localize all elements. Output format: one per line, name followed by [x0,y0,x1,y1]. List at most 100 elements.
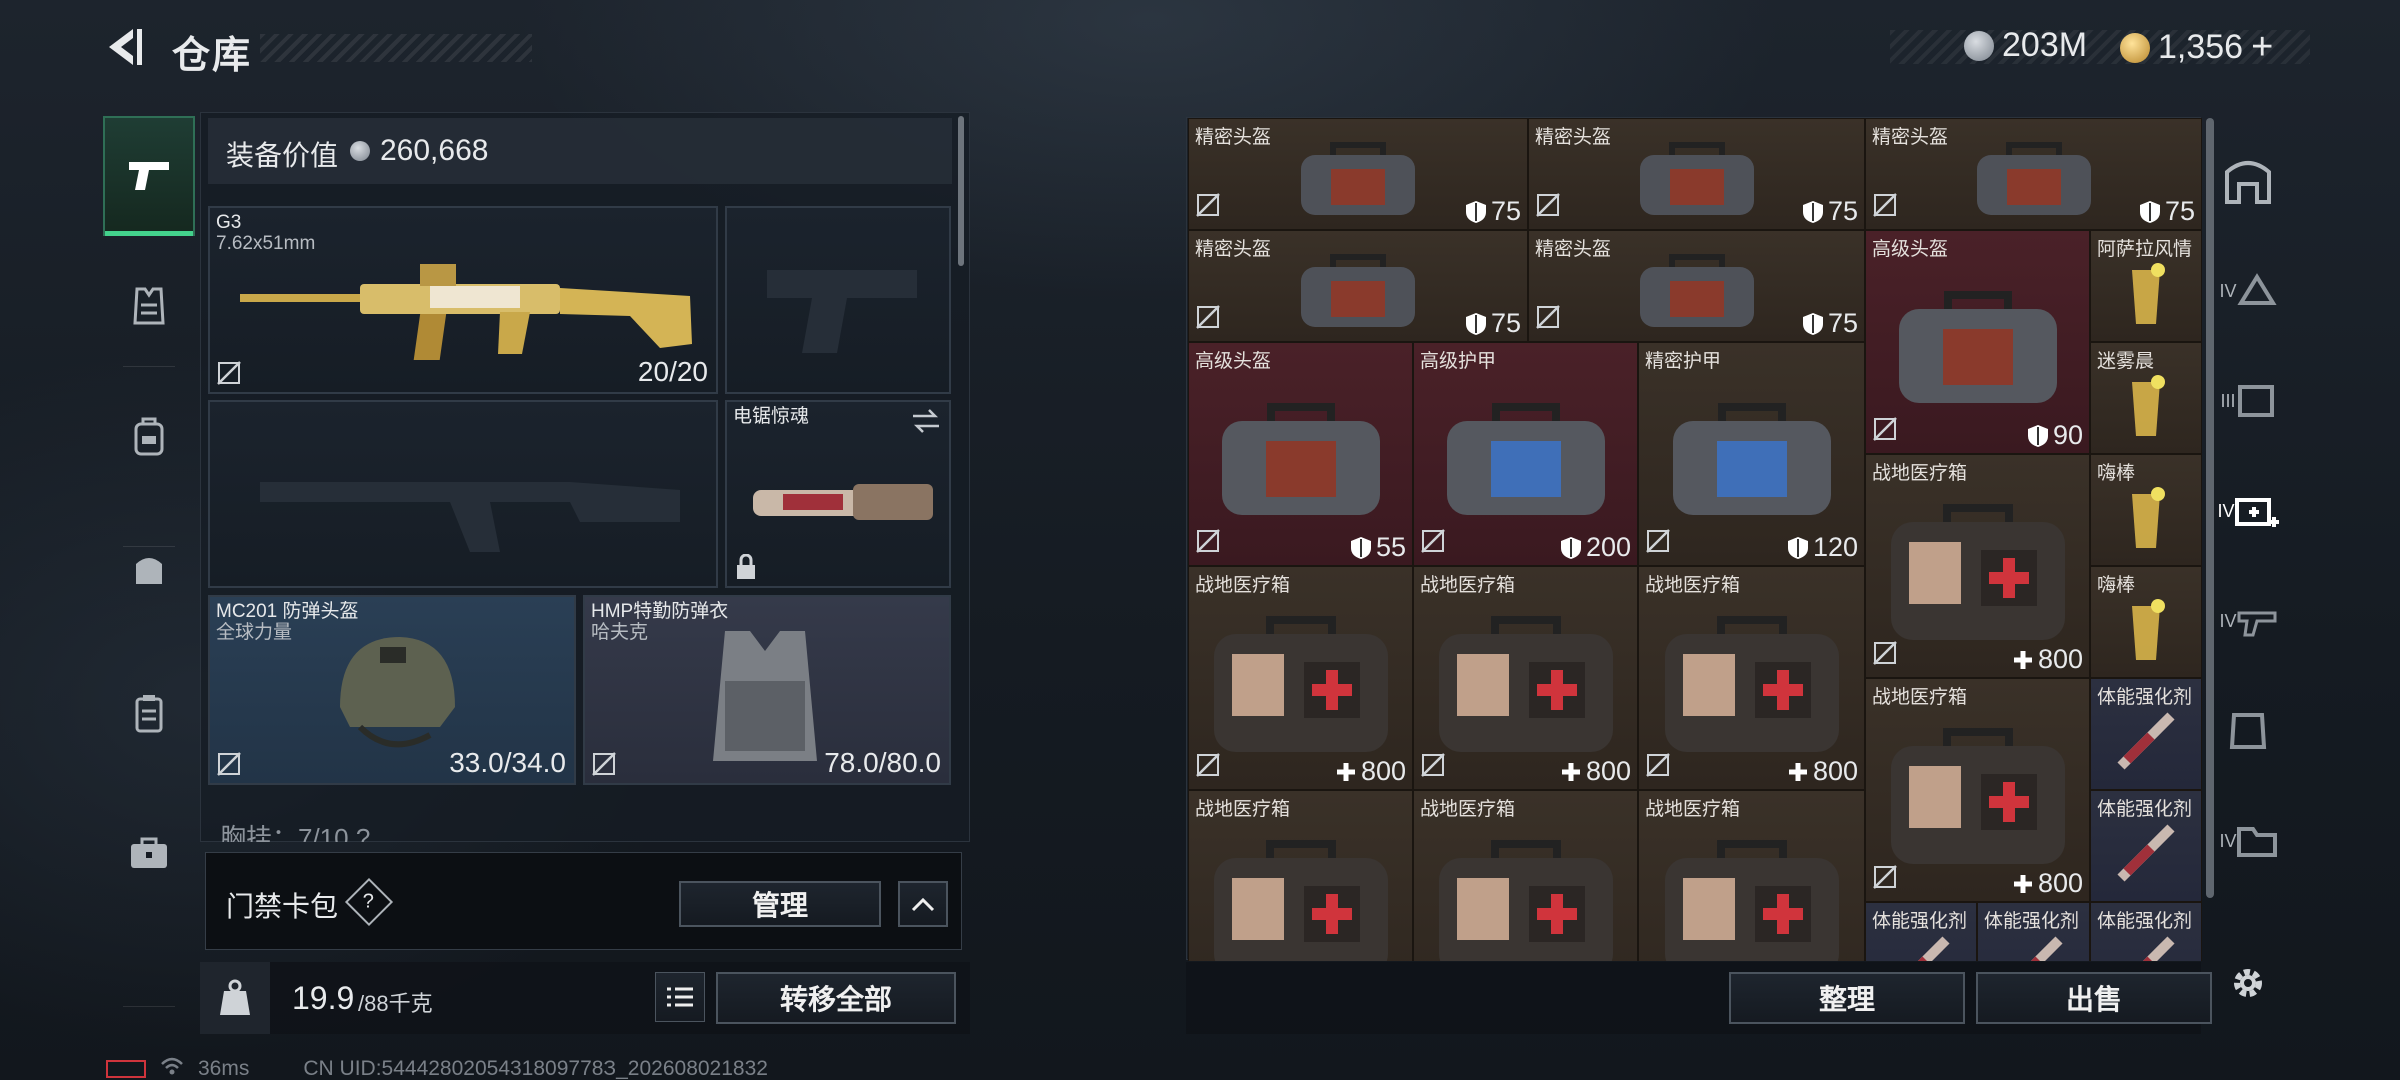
stash-gun-icon [2237,611,2276,637]
nav-weapons[interactable] [103,116,195,236]
loadout-scrollbar[interactable] [958,116,964,266]
uninsured-icon [1872,416,1898,447]
stash-item-cell[interactable]: 战地医疗箱 800 [1865,454,2090,678]
weight-bar: 19.9 /88千克 转移全部 [200,962,970,1034]
stash-item-cell[interactable]: 精密头盔 75 [1188,230,1528,342]
stash-page-3[interactable]: III [2200,346,2296,456]
stash-item-cell[interactable]: 战地医疗箱 800 [1865,678,2090,902]
armor-slot[interactable]: HMP特勤防弹衣 哈夫克 78.0/80.0 [583,595,951,785]
title-decoration [260,34,532,62]
item-name: 精密护甲 [1645,351,1722,372]
item-stat: 75 [1802,196,1858,227]
list-view-button[interactable] [655,972,705,1022]
equipment-value-bar: 装备价值 260,668 [208,118,952,184]
chainsaw-image [753,484,933,520]
heal-plus-icon [2013,650,2032,669]
stash-item-cell[interactable]: 精密护甲 120 [1638,342,1865,566]
item-stat-value: 90 [2052,420,2083,450]
nav-case[interactable] [103,793,195,913]
stash-item-cell[interactable]: 战地医疗箱 [1638,790,1865,961]
nav-armor[interactable] [103,246,195,366]
transfer-all-button[interactable]: 转移全部 [716,972,956,1024]
item-stat-value: 200 [1585,532,1631,562]
item-stat: 800 [2012,868,2083,899]
stash-page-4d[interactable]: IV [2200,786,2296,896]
stash-item-cell[interactable]: 高级头盔 55 [1188,342,1413,566]
stash-item-cell[interactable]: 嗨棒 [2090,454,2202,566]
list-icon [667,987,693,1007]
heal-plus-icon [2013,874,2032,893]
back-button[interactable] [98,22,148,72]
uninsured-icon [217,361,241,385]
sort-button[interactable]: 整理 [1729,972,1965,1024]
melee-slot[interactable]: 电锯惊魂 [725,400,951,588]
chest-rig-help-icon: ? [355,823,371,842]
hafcoin-icon [350,141,370,161]
help-icon[interactable]: ? [344,877,394,927]
stash-item-cell[interactable]: 精密头盔 75 [1528,118,1865,230]
expand-button[interactable] [898,881,948,927]
stash-item-cell[interactable]: 精密头盔 75 [1188,118,1528,230]
nav-container[interactable] [103,653,195,773]
stash-item-cell[interactable]: 精密头盔 75 [1865,118,2202,230]
equipment-value: 260,668 [380,134,489,167]
stash-item-cell[interactable]: 体能强化剂 [2090,678,2202,790]
helmet-image [340,637,455,748]
swap-icon[interactable] [911,408,941,434]
keycard-wallet-label: 门禁卡包 [226,891,339,922]
stash-item-cell[interactable]: 战地医疗箱 [1188,790,1413,961]
uninsured-icon [1195,304,1221,335]
melee-name: 电锯惊魂 [733,406,810,427]
primary-weapon-slot[interactable]: G3 7.62x51mm 20/20 [208,206,718,394]
item-stat-value: 55 [1375,532,1406,562]
keycard-wallet-bar: 门禁卡包 ? 管理 [205,852,962,950]
chest-rig-label: 胸挂：7/10 [220,823,349,842]
stash-item-cell[interactable]: 嗨棒 [2090,566,2202,678]
nav-backpack[interactable] [103,376,195,496]
stash-page-4a[interactable]: IV [2200,236,2296,346]
premium-coin-icon [2120,32,2150,63]
currency-premium[interactable]: 1,356 + [2120,26,2273,69]
secondary-weapon-slot-empty[interactable] [208,400,718,588]
pistol-slot-empty[interactable] [725,206,951,394]
stash-item-cell[interactable]: 体能强化剂 [1977,902,2090,961]
stash-page-4c[interactable] [2200,676,2296,786]
nav-bag[interactable] [103,508,195,628]
sell-button[interactable]: 出售 [1976,972,2212,1024]
stash-page-4-medical[interactable]: IV [2200,456,2296,566]
settings-button[interactable] [2200,928,2296,1038]
stash-item-cell[interactable]: 迷雾晨 [2090,342,2202,454]
item-stat: 800 [1560,756,1631,787]
item-name: 精密头盔 [1872,127,1949,148]
manage-button[interactable]: 管理 [679,881,881,927]
item-stat: 200 [1560,532,1631,563]
topup-plus-icon[interactable]: + [2251,26,2273,69]
stash-item-cell[interactable]: 体能强化剂 [1865,902,1977,961]
stash-item-cell[interactable]: 精密头盔 75 [1528,230,1865,342]
stash-footer: 整理 出售 [1186,962,2212,1034]
chest-rig-row[interactable]: 胸挂：7/10 ? [208,804,952,842]
back-arrow-icon [109,29,142,65]
stash-item-cell[interactable]: 战地医疗箱 [1413,790,1638,961]
ping-text: 36ms [198,1057,250,1080]
stash-item-cell[interactable]: 体能强化剂 [2090,790,2202,902]
shield-icon [2027,424,2048,447]
shield-icon [1560,536,1581,559]
stash-item-cell[interactable]: 体能强化剂 [2090,902,2202,961]
stash-item-cell[interactable]: 高级头盔 90 [1865,230,2090,454]
stash-item-cell[interactable]: 战地医疗箱 800 [1638,566,1865,790]
armor-name: HMP特勤防弹衣 [591,601,729,622]
uninsured-icon [1195,752,1221,783]
item-name: 精密头盔 [1195,239,1272,260]
stash-item-cell[interactable]: 战地医疗箱 800 [1188,566,1413,790]
helmet-slot[interactable]: MC201 防弹头盔 全球力量 33.0/34.0 [208,595,576,785]
currency-hafcoin: 203M [1964,26,2087,65]
stash-box-icon [2237,385,2274,417]
stash-page-main[interactable] [2200,126,2296,236]
stash-item-cell[interactable]: 高级护甲 200 [1413,342,1638,566]
stash-page-4b[interactable]: IV [2200,566,2296,676]
uninsured-icon [1645,528,1671,559]
stash-item-cell[interactable]: 阿萨拉风情 [2090,230,2202,342]
stash-item-cell[interactable]: 战地医疗箱 800 [1413,566,1638,790]
item-stat-value: 800 [1360,756,1406,786]
